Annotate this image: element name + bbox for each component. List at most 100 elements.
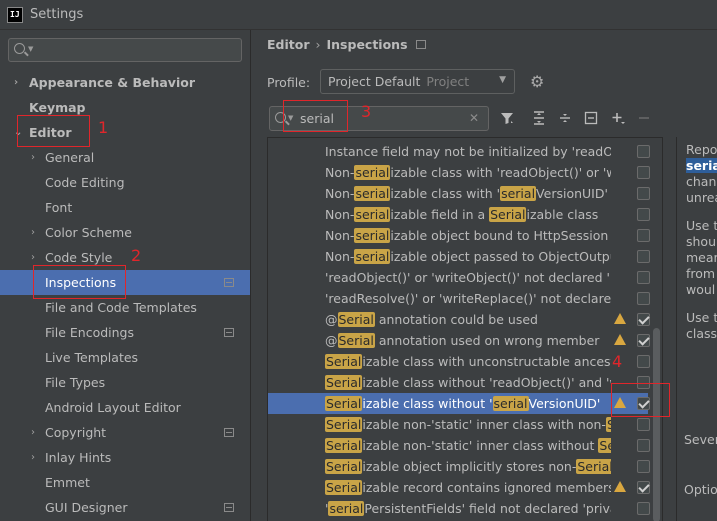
inspection-enabled-checkbox[interactable]	[637, 208, 650, 221]
inspection-name: 'readResolve()' or 'writeReplace()' not …	[325, 288, 611, 309]
sidebar-item-label: Copyright	[45, 425, 107, 440]
options-label: Optio	[684, 482, 717, 497]
inspection-row[interactable]: @Serial annotation used on wrong member	[268, 330, 650, 351]
inspection-name: Serializable object implicitly stores no…	[325, 456, 611, 477]
inspection-row[interactable]: 'readResolve()' or 'writeReplace()' not …	[268, 288, 650, 309]
inspection-name-text: 'readResolve()' or 'writeReplace()' not …	[325, 291, 611, 306]
inspection-name-text: izable non-'static' inner class with non…	[362, 417, 606, 432]
sidebar-item-label: Android Layout Editor	[45, 400, 181, 415]
description-highlight: seria	[686, 158, 717, 173]
search-match-highlight: Seri	[598, 438, 611, 453]
splitter[interactable]	[676, 137, 677, 521]
inspection-name: Serializable class with unconstructable …	[325, 351, 611, 372]
sidebar-item-code-editing[interactable]: Code Editing	[0, 170, 250, 195]
inspection-row[interactable]: Serializable class without 'serialVersio…	[268, 393, 650, 414]
chevron-right-icon[interactable]: ›	[31, 145, 35, 170]
inspection-name: Serializable class without 'serialVersio…	[325, 393, 611, 414]
description-text: Use t	[686, 218, 717, 233]
inspection-row[interactable]: 'serialPersistentFields' field not decla…	[268, 498, 650, 519]
inspection-row[interactable]: 'readObject()' or 'writeObject()' not de…	[268, 267, 650, 288]
collapse-all-icon[interactable]	[557, 110, 573, 128]
expand-all-icon[interactable]	[531, 110, 547, 128]
description-text: unrea	[686, 190, 717, 205]
inspection-name: @Serial annotation could be used	[325, 309, 611, 330]
inspection-row[interactable]: Non-serializable class with 'readObject(…	[268, 162, 650, 183]
inspection-enabled-checkbox[interactable]	[637, 229, 650, 242]
inspection-row[interactable]: Serializable class without 'readObject()…	[268, 372, 650, 393]
sidebar-item-font[interactable]: Font	[0, 195, 250, 220]
project-scope-icon	[415, 40, 426, 49]
inspection-enabled-checkbox[interactable]	[637, 313, 650, 326]
sidebar-item-copyright[interactable]: › Copyright	[0, 420, 250, 445]
chevron-down-icon: ▼	[499, 75, 506, 85]
sidebar-item-file-types[interactable]: File Types	[0, 370, 250, 395]
sidebar-item-label: File Types	[45, 375, 106, 390]
chevron-right-icon[interactable]: ›	[31, 445, 35, 470]
sidebar-item-gui-designer[interactable]: GUI Designer	[0, 495, 250, 520]
inspection-name: Non-serializable object bound to HttpSes…	[325, 225, 611, 246]
inspection-row[interactable]: Serializable non-'static' inner class wi…	[268, 414, 650, 435]
inspection-row[interactable]: Instance field may not be initialized by…	[268, 141, 650, 162]
inspection-enabled-checkbox[interactable]	[637, 250, 650, 263]
sidebar-item-color-scheme[interactable]: › Color Scheme	[0, 220, 250, 245]
filter-icon[interactable]	[499, 110, 515, 128]
inspection-enabled-checkbox[interactable]	[637, 439, 650, 452]
sidebar-item-label: GUI Designer	[45, 500, 128, 515]
inspection-row[interactable]: Serializable record contains ignored mem…	[268, 477, 650, 498]
inspection-enabled-checkbox[interactable]	[637, 418, 650, 431]
sidebar-item-inlay-hints[interactable]: › Inlay Hints	[0, 445, 250, 470]
sidebar-item-live-templates[interactable]: Live Templates	[0, 345, 250, 370]
project-scope-icon	[224, 428, 234, 437]
sidebar-item-label: Code Editing	[45, 175, 125, 190]
settings-search-input[interactable]: ▼	[8, 38, 242, 62]
inspection-name: Instance field may not be initialized by…	[325, 141, 611, 162]
chevron-right-icon[interactable]: ›	[14, 70, 18, 95]
inspection-name-text: annotation used on wrong member	[374, 333, 600, 348]
reset-icon[interactable]	[583, 110, 599, 128]
inspection-enabled-checkbox[interactable]	[637, 481, 650, 494]
sidebar-item-label: General	[45, 150, 95, 165]
inspection-row[interactable]: Non-serializable field in a Serializable…	[268, 204, 650, 225]
sidebar-item-android-layout-editor[interactable]: Android Layout Editor	[0, 395, 250, 420]
gear-icon[interactable]: ⚙	[530, 74, 544, 90]
inspection-enabled-checkbox[interactable]	[637, 355, 650, 368]
inspection-enabled-checkbox[interactable]	[637, 166, 650, 179]
breadcrumb-editor[interactable]: Editor	[267, 37, 310, 52]
profile-dropdown[interactable]: Project Default Project ▼	[320, 69, 515, 94]
inspection-enabled-checkbox[interactable]	[637, 271, 650, 284]
inspection-name-text: izable object passed to ObjectOutputS	[390, 249, 611, 264]
chevron-right-icon[interactable]: ›	[31, 420, 35, 445]
add-icon[interactable]	[610, 110, 626, 128]
inspection-row[interactable]: Serializable object implicitly stores no…	[268, 456, 650, 477]
inspection-row[interactable]: Serializable class with unconstructable …	[268, 351, 650, 372]
inspection-row[interactable]: Serializable non-'static' inner class wi…	[268, 435, 650, 456]
inspection-name: Non-serializable class with 'readObject(…	[325, 162, 611, 183]
sidebar-item-label: Emmet	[45, 475, 90, 490]
inspection-name-text: @	[325, 312, 338, 327]
inspection-name-text: @	[325, 333, 338, 348]
sidebar-item-file-encodings[interactable]: File Encodings	[0, 320, 250, 345]
sidebar-item-general[interactable]: › General	[0, 145, 250, 170]
clear-icon[interactable]: ✕	[469, 111, 479, 125]
inspection-row[interactable]: Non-serializable class with 'serialVersi…	[268, 183, 650, 204]
inspection-enabled-checkbox[interactable]	[637, 145, 650, 158]
inspection-name-text: Instance field may not be initialized by…	[325, 144, 611, 159]
sidebar-item-emmet[interactable]: Emmet	[0, 470, 250, 495]
remove-icon[interactable]	[636, 110, 652, 128]
inspection-row[interactable]: Non-serializable object bound to HttpSes…	[268, 225, 650, 246]
inspections-list: Instance field may not be initialized by…	[267, 137, 663, 521]
inspection-enabled-checkbox[interactable]	[637, 460, 650, 473]
inspection-name: Serializable non-'static' inner class wi…	[325, 435, 611, 456]
search-match-highlight: Serial	[337, 312, 375, 327]
chevron-right-icon[interactable]: ›	[31, 220, 35, 245]
breadcrumb-inspections: Inspections	[326, 37, 408, 52]
inspection-enabled-checkbox[interactable]	[637, 502, 650, 515]
inspection-enabled-checkbox[interactable]	[637, 292, 650, 305]
inspection-enabled-checkbox[interactable]	[637, 187, 650, 200]
inspection-row[interactable]: @Serial annotation could be used	[268, 309, 650, 330]
sidebar-item-appearance-behavior[interactable]: › Appearance & Behavior	[0, 70, 250, 95]
inspection-row[interactable]: Non-serializable object passed to Object…	[268, 246, 650, 267]
vertical-scrollbar[interactable]	[653, 328, 660, 521]
inspection-enabled-checkbox[interactable]	[637, 334, 650, 347]
description-text: chang	[686, 174, 717, 189]
